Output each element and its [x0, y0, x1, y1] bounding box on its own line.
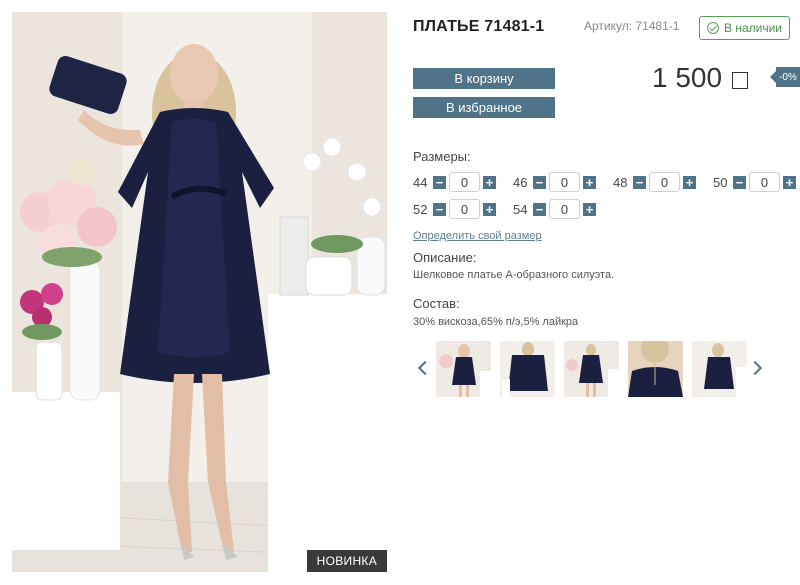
stock-status-text: В наличии [723, 21, 782, 35]
thumbnail-3-image [564, 341, 619, 397]
quantity-input[interactable] [749, 172, 780, 192]
increase-qty-button[interactable]: + [483, 202, 496, 216]
increase-qty-button[interactable]: + [483, 175, 496, 189]
description-text: Шелковое платье А-образного силуэта. [413, 269, 615, 281]
size-guide-link[interactable]: Определить свой размер [413, 230, 542, 242]
thumbnail-3[interactable] [564, 341, 619, 397]
discount-badge: -0% [770, 67, 800, 87]
stock-status-badge: В наличии [699, 16, 790, 40]
size-label: 46 [513, 174, 528, 190]
composition-text: 30% вискоза,65% п/э,5% лайкра [413, 316, 579, 328]
chevron-right-icon[interactable] [749, 360, 763, 378]
add-to-favorites-button[interactable]: В избранное [413, 97, 555, 118]
product-main-photo[interactable]: НОВИНКА [12, 12, 387, 572]
quantity-input[interactable] [449, 199, 480, 219]
currency-box-icon [732, 71, 749, 89]
article-number: Артикул: 71481-1 [584, 19, 680, 33]
add-to-cart-button[interactable]: В корзину [413, 68, 555, 89]
thumbnail-4[interactable] [628, 341, 683, 397]
size-row-2: 52 − + 54 − + [413, 199, 613, 219]
thumbnail-1[interactable] [436, 341, 491, 397]
size-item-54: 54 − + [513, 199, 599, 219]
size-item-46: 46 − + [513, 172, 599, 192]
size-label: 48 [613, 174, 628, 190]
quantity-input[interactable] [549, 172, 580, 192]
decrease-qty-button[interactable]: − [733, 175, 746, 189]
price: 1 500 [652, 62, 749, 94]
increase-qty-button[interactable]: + [783, 175, 796, 189]
decrease-qty-button[interactable]: − [433, 175, 446, 189]
size-label: 54 [513, 201, 528, 217]
size-label: 44 [413, 174, 428, 190]
decrease-qty-button[interactable]: − [533, 175, 546, 189]
new-badge: НОВИНКА [306, 550, 387, 572]
thumbnail-5[interactable] [692, 341, 747, 397]
decrease-qty-button[interactable]: − [633, 175, 646, 189]
size-label: 52 [413, 201, 428, 217]
decrease-qty-button[interactable]: − [433, 202, 446, 216]
thumbnail-2-image [500, 341, 555, 397]
size-row-1: 44 − + 46 − + 48 − + 50 − + [413, 172, 800, 192]
check-circle-icon [706, 22, 719, 34]
thumbnail-1-image [436, 341, 491, 397]
sizes-label: Размеры: [413, 149, 471, 164]
quantity-input[interactable] [549, 199, 580, 219]
size-item-52: 52 − + [413, 199, 499, 219]
product-photo-illustration [12, 12, 387, 572]
description-label: Описание: [413, 250, 477, 265]
size-item-50: 50 − + [713, 172, 799, 192]
size-item-44: 44 − + [413, 172, 499, 192]
thumbnail-4-image [628, 341, 683, 397]
thumbnail-5-image [692, 341, 747, 397]
increase-qty-button[interactable]: + [583, 202, 596, 216]
thumbnail-2[interactable] [500, 341, 555, 397]
decrease-qty-button[interactable]: − [533, 202, 546, 216]
increase-qty-button[interactable]: + [583, 175, 596, 189]
composition-label: Состав: [413, 296, 460, 311]
chevron-left-icon[interactable] [415, 360, 429, 378]
size-item-48: 48 − + [613, 172, 699, 192]
product-title: ПЛАТЬЕ 71481-1 [413, 18, 545, 35]
increase-qty-button[interactable]: + [683, 175, 696, 189]
thumbnail-gallery [413, 340, 800, 398]
quantity-input[interactable] [649, 172, 680, 192]
size-label: 50 [713, 174, 728, 190]
quantity-input[interactable] [449, 172, 480, 192]
price-value: 1 500 [652, 62, 723, 93]
